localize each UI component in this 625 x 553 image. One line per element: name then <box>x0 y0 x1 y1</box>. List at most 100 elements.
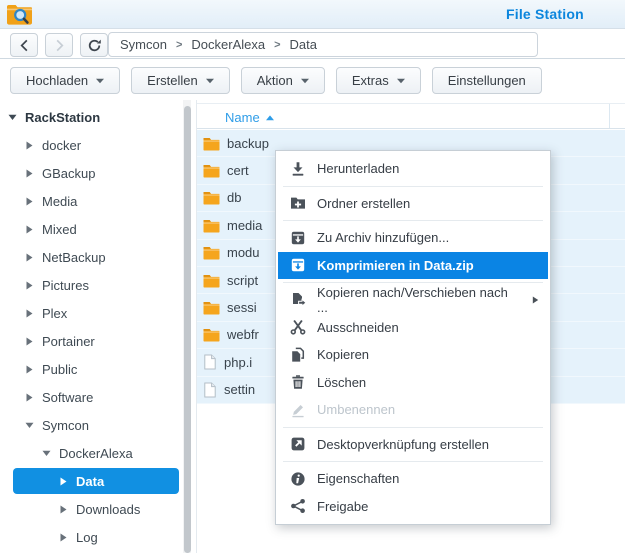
sidebar-item-rackstation[interactable]: RackStation <box>0 103 182 131</box>
sidebar-item-label: Public <box>42 362 77 377</box>
tree-collapsed-icon[interactable] <box>25 225 34 234</box>
menu-item-ausschneiden[interactable]: Ausschneiden <box>278 314 548 342</box>
toolbar-button-label: Aktion <box>257 73 293 88</box>
context-menu: Herunterladen Ordner erstellen Zu Archiv h… <box>275 150 551 525</box>
tree-collapsed-icon[interactable] <box>25 309 34 318</box>
tree-collapsed-icon[interactable] <box>25 253 34 262</box>
tree-collapsed-icon[interactable] <box>25 141 34 150</box>
sidebar-item-media[interactable]: Media <box>0 187 182 215</box>
toolbar-button-aktion[interactable]: Aktion <box>241 67 325 94</box>
sidebar-item-pictures[interactable]: Pictures <box>0 271 182 299</box>
menu-item-label: Umbenennen <box>317 402 395 417</box>
menu-item-zu-archiv-hinzufügen...[interactable]: Zu Archiv hinzufügen... <box>278 224 548 252</box>
sidebar-item-plex[interactable]: Plex <box>0 299 182 327</box>
sidebar-item-label: Downloads <box>76 502 140 517</box>
copy-icon <box>290 347 306 363</box>
shortcut-icon <box>290 436 306 452</box>
tree-collapsed-icon[interactable] <box>59 477 68 486</box>
sidebar-item-label: Portainer <box>42 334 95 349</box>
tree-expanded-icon[interactable] <box>42 450 51 457</box>
menu-item-löschen[interactable]: Löschen <box>278 369 548 397</box>
sidebar-item-label: docker <box>42 138 81 153</box>
tree-collapsed-icon[interactable] <box>25 281 34 290</box>
menu-item-herunterladen[interactable]: Herunterladen <box>278 155 548 183</box>
refresh-button[interactable] <box>80 33 108 57</box>
breadcrumb: Symcon > DockerAlexa > Data <box>108 32 538 57</box>
folder-icon <box>203 327 220 342</box>
toolbar-button-einstellungen[interactable]: Einstellungen <box>432 67 542 94</box>
sidebar-item-portainer[interactable]: Portainer <box>0 327 182 355</box>
breadcrumb-segment-data[interactable]: Data <box>290 37 317 52</box>
file-name: backup <box>227 136 269 151</box>
breadcrumb-separator: > <box>274 39 280 51</box>
sidebar-item-label: RackStation <box>25 110 100 125</box>
sidebar-item-gbackup[interactable]: GBackup <box>0 159 182 187</box>
sidebar-item-label: DockerAlexa <box>59 446 133 461</box>
breadcrumb-separator: > <box>176 39 182 51</box>
menu-item-label: Desktopverknüpfung erstellen <box>317 437 489 452</box>
file-name: db <box>227 190 241 205</box>
sidebar-item-log[interactable]: Log <box>0 523 182 551</box>
toolbar-button-label: Hochladen <box>26 73 88 88</box>
sidebar-item-netbackup[interactable]: NetBackup <box>0 243 182 271</box>
tree-collapsed-icon[interactable] <box>25 365 34 374</box>
forward-icon <box>52 38 67 53</box>
folder-tree-sidebar: RackStation docker GBackupMediaMixed NetBac… <box>0 100 196 553</box>
sidebar-item-label: Pictures <box>42 278 89 293</box>
tree-collapsed-icon[interactable] <box>25 197 34 206</box>
folder-icon <box>203 136 220 151</box>
tree-collapsed-icon[interactable] <box>25 393 34 402</box>
menu-item-freigabe[interactable]: Freigabe <box>278 493 548 521</box>
sort-ascending-icon <box>266 115 274 121</box>
menu-item-eigenschaften[interactable]: Eigenschaften <box>278 465 548 493</box>
sidebar-item-label: NetBackup <box>42 250 106 265</box>
file-station-icon <box>6 3 32 26</box>
menu-separator <box>283 461 543 462</box>
toolbar-button-extras[interactable]: Extras <box>336 67 421 94</box>
menu-item-kopieren-nach-verschieben-nach-...[interactable]: Kopieren nach/Verschieben nach ... <box>278 286 548 314</box>
file-name: sessi <box>227 300 257 315</box>
tree-expanded-icon[interactable] <box>25 422 34 429</box>
breadcrumb-segment-symcon[interactable]: Symcon <box>120 37 167 52</box>
menu-item-komprimieren-in-data.zip[interactable]: Komprimieren in Data.zip <box>278 252 548 280</box>
column-header-name[interactable]: Name <box>197 103 625 129</box>
sidebar-item-symcon[interactable]: Symcon <box>0 411 182 439</box>
back-button[interactable] <box>10 33 38 57</box>
toolbar-button-erstellen[interactable]: Erstellen <box>131 67 230 94</box>
share-icon <box>290 498 306 514</box>
sidebar-item-downloads[interactable]: Downloads <box>0 495 182 523</box>
scrollbar-thumb[interactable] <box>184 106 191 553</box>
pencil-icon <box>290 402 306 418</box>
tree-expanded-icon[interactable] <box>8 114 17 121</box>
column-divider[interactable] <box>609 104 610 128</box>
folder-icon <box>203 300 220 315</box>
sidebar-item-public[interactable]: Public <box>0 355 182 383</box>
tree-collapsed-icon[interactable] <box>59 533 68 542</box>
menu-item-label: Kopieren nach/Verschieben nach ... <box>317 285 521 315</box>
caret-down-icon <box>397 78 405 84</box>
menu-item-kopieren[interactable]: Kopieren <box>278 341 548 369</box>
menu-item-label: Freigabe <box>317 499 368 514</box>
sidebar-item-docker[interactable]: docker <box>0 131 182 159</box>
sidebar-item-data[interactable]: Data <box>13 468 179 494</box>
toolbar-button-hochladen[interactable]: Hochladen <box>10 67 120 94</box>
folder-icon <box>203 218 220 233</box>
tree-collapsed-icon[interactable] <box>59 505 68 514</box>
breadcrumb-segment-dockeralexa[interactable]: DockerAlexa <box>191 37 265 52</box>
toolbar-button-label: Erstellen <box>147 73 198 88</box>
sidebar-item-software[interactable]: Software <box>0 383 182 411</box>
menu-item-desktopverknüpfung-erstellen[interactable]: Desktopverknüpfung erstellen <box>278 431 548 459</box>
title-bar: File Station <box>0 0 625 29</box>
tree-collapsed-icon[interactable] <box>25 337 34 346</box>
menu-item-label: Komprimieren in Data.zip <box>317 258 474 273</box>
folder-plus-icon <box>290 195 306 211</box>
menu-separator <box>283 282 543 283</box>
caret-down-icon <box>301 78 309 84</box>
sidebar-item-label: Symcon <box>42 418 89 433</box>
sidebar-item-dockeralexa[interactable]: DockerAlexa <box>0 439 182 467</box>
menu-item-ordner-erstellen[interactable]: Ordner erstellen <box>278 190 548 218</box>
tree-collapsed-icon[interactable] <box>25 169 34 178</box>
sidebar-item-mixed[interactable]: Mixed <box>0 215 182 243</box>
sidebar-scrollbar[interactable] <box>183 100 191 553</box>
toolbar-button-label: Extras <box>352 73 389 88</box>
